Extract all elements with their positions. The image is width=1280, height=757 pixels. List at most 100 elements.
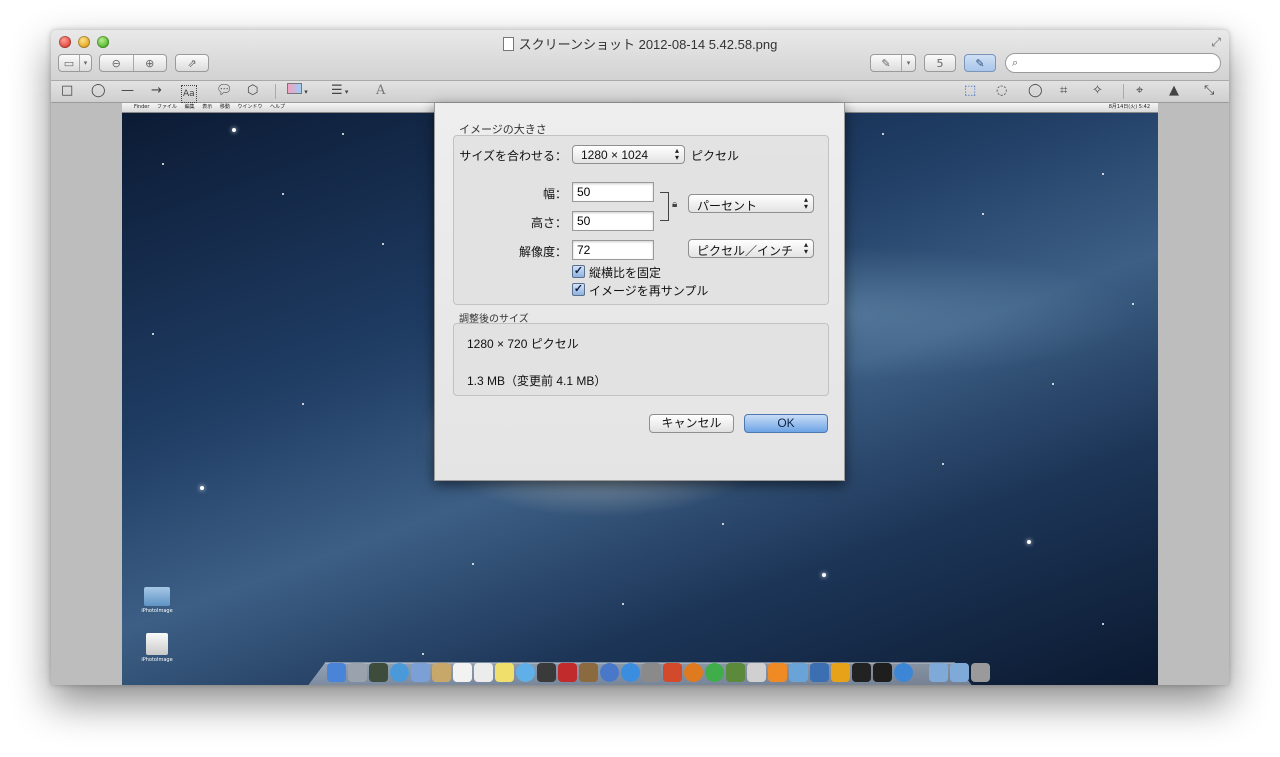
constrain-label: 縦横比を固定 (589, 266, 662, 280)
oval-tool-icon[interactable]: ◯ (91, 83, 106, 99)
finder-icon[interactable] (327, 663, 346, 682)
line-style-icon[interactable]: ☰ ▾ (331, 83, 348, 100)
evernote-icon[interactable] (726, 663, 745, 682)
badge-number: 5 (936, 56, 944, 70)
menu-item: ウインドウ (237, 104, 263, 110)
photo-booth-icon[interactable] (558, 663, 577, 682)
ellipse-select-icon[interactable]: ◌ (996, 83, 1007, 99)
reminders-icon[interactable] (474, 663, 493, 682)
mission-control-icon[interactable] (369, 663, 388, 682)
system-preferences-icon[interactable] (642, 663, 661, 682)
itunes-icon[interactable] (600, 663, 619, 682)
resolution-label: 解像度： (518, 245, 567, 259)
share-icon: ⇗ (187, 56, 197, 70)
adjust-size-icon[interactable]: ⤡ (1204, 83, 1214, 99)
adjust-color-icon[interactable]: ▲ (1169, 83, 1179, 99)
resample-checkbox[interactable]: ✓ (572, 283, 585, 296)
chrome-icon[interactable] (705, 663, 724, 682)
rectangle-tool-icon[interactable]: □ (61, 83, 73, 99)
safari-icon[interactable] (390, 663, 409, 682)
menu-item: ファイル (156, 104, 177, 110)
lock-icon: 🔒︎ (672, 199, 678, 210)
zoom-in-icon: ⊕ (145, 56, 155, 70)
launchpad-icon[interactable] (348, 663, 367, 682)
line-tool-icon[interactable]: — (121, 83, 134, 99)
calendar-icon[interactable] (453, 663, 472, 682)
instant-alpha-icon[interactable]: ✧ (1092, 83, 1103, 99)
font-icon[interactable]: A (376, 83, 385, 99)
contacts-icon[interactable] (432, 663, 451, 682)
firefox-icon[interactable] (684, 663, 703, 682)
console-icon[interactable] (873, 663, 892, 682)
lasso-select-icon[interactable]: ◯ (1028, 83, 1043, 99)
star (232, 128, 236, 132)
unit-popup[interactable]: パーセント ▴ ▾ (688, 194, 814, 213)
notes-icon[interactable] (495, 663, 514, 682)
app-store-icon[interactable] (621, 663, 640, 682)
desktop-icon[interactable]: iPhotoImage (132, 633, 182, 663)
applications-folder-icon[interactable] (929, 663, 948, 682)
text-box-tool-icon[interactable]: Aa (181, 85, 197, 103)
popup-arrows-icon: ▴ ▾ (803, 240, 808, 256)
color-picker-icon[interactable]: ▾ (287, 83, 308, 100)
resolution-field[interactable] (572, 240, 654, 260)
desktop-icon-label: iPhotoImage (141, 608, 173, 614)
width-label: 幅： (542, 187, 567, 201)
utility-icon[interactable] (831, 663, 850, 682)
search-input[interactable]: ⌕ (1005, 53, 1221, 73)
terminal-icon[interactable] (852, 663, 871, 682)
rotate-button[interactable]: 5 (924, 54, 956, 72)
title-toolbar: スクリーンショット 2012-08-14 5.42.58.png ⤢ ▭ ▾ ⊖… (51, 30, 1229, 81)
crop-icon[interactable]: ⌖ (1136, 83, 1143, 99)
fit-into-unit: ピクセル (691, 149, 740, 163)
arrow-tool-icon[interactable]: → (151, 83, 162, 99)
browser-icon[interactable] (894, 663, 913, 682)
edit-toolbar-toggle-button[interactable]: ✎ (964, 54, 996, 72)
link-bracket (660, 192, 669, 221)
trash-icon[interactable] (971, 663, 990, 682)
mail-icon[interactable] (411, 663, 430, 682)
downloads-folder-icon[interactable] (950, 663, 969, 682)
annotate-menu-button[interactable]: ✎ ▾ (870, 54, 916, 72)
fit-into-popup[interactable]: 1280 × 1024 ▴ ▾ (572, 145, 685, 164)
pen-icon: ✎ (881, 56, 891, 70)
fit-into-value: 1280 × 1024 (581, 148, 649, 162)
adjust-size-dialog: イメージの大きさ サイズを合わせる： 1280 × 1024 ▴ ▾ ピクセル 幅… (434, 103, 845, 481)
desktop-icon[interactable]: iPhotoImage (132, 587, 182, 614)
height-field[interactable] (572, 211, 654, 231)
separator (1123, 84, 1124, 99)
speech-bubble-tool-icon[interactable]: 💬︎ (216, 83, 233, 99)
resolution-unit-popup[interactable]: ピクセル／インチ ▴ ▾ (688, 239, 814, 258)
fullscreen-icon[interactable]: ⤢ (1211, 35, 1221, 50)
share-button[interactable]: ⇗ (175, 54, 209, 72)
document-icon (502, 37, 514, 51)
messages-icon[interactable] (516, 663, 535, 682)
star (162, 163, 164, 165)
width-field[interactable] (572, 182, 654, 202)
rss-icon[interactable] (768, 663, 787, 682)
star (622, 603, 624, 605)
app-icon[interactable] (747, 663, 766, 682)
zoom-in-button[interactable]: ⊕ (132, 55, 167, 71)
virtualbox-icon[interactable] (789, 663, 808, 682)
desktop-icon-label: iPhotoImage (141, 657, 173, 663)
xcode-icon[interactable] (810, 663, 829, 682)
menu-item: 編集 (184, 104, 195, 110)
zoom-out-button[interactable]: ⊖ (100, 55, 133, 71)
view-menu-button[interactable]: ▭ ▾ (58, 54, 92, 72)
preview-icon[interactable] (663, 663, 682, 682)
zoom-out-icon: ⊖ (111, 56, 121, 70)
facetime-icon[interactable] (537, 663, 556, 682)
star (882, 133, 884, 135)
iphoto-icon[interactable] (579, 663, 598, 682)
note-tool-icon[interactable]: ⬡ (247, 83, 258, 99)
constrain-checkbox[interactable]: ✓ (572, 265, 585, 278)
cancel-button[interactable]: キャンセル (649, 414, 734, 433)
edit-toolbar: □ ◯ — → Aa 💬︎ ⬡ ▾ ☰ ▾ A ⬚ ◌ ◯ ⌗ ✧ ⌖ ▲ ⤡ (51, 81, 1229, 103)
rect-select-icon[interactable]: ⬚ (964, 83, 976, 99)
height-label: 高さ： (530, 216, 567, 230)
ok-button[interactable]: OK (744, 414, 828, 433)
popup-arrows-icon: ▴ ▾ (674, 146, 679, 162)
smart-lasso-icon[interactable]: ⌗ (1060, 83, 1067, 99)
star (1132, 303, 1134, 305)
